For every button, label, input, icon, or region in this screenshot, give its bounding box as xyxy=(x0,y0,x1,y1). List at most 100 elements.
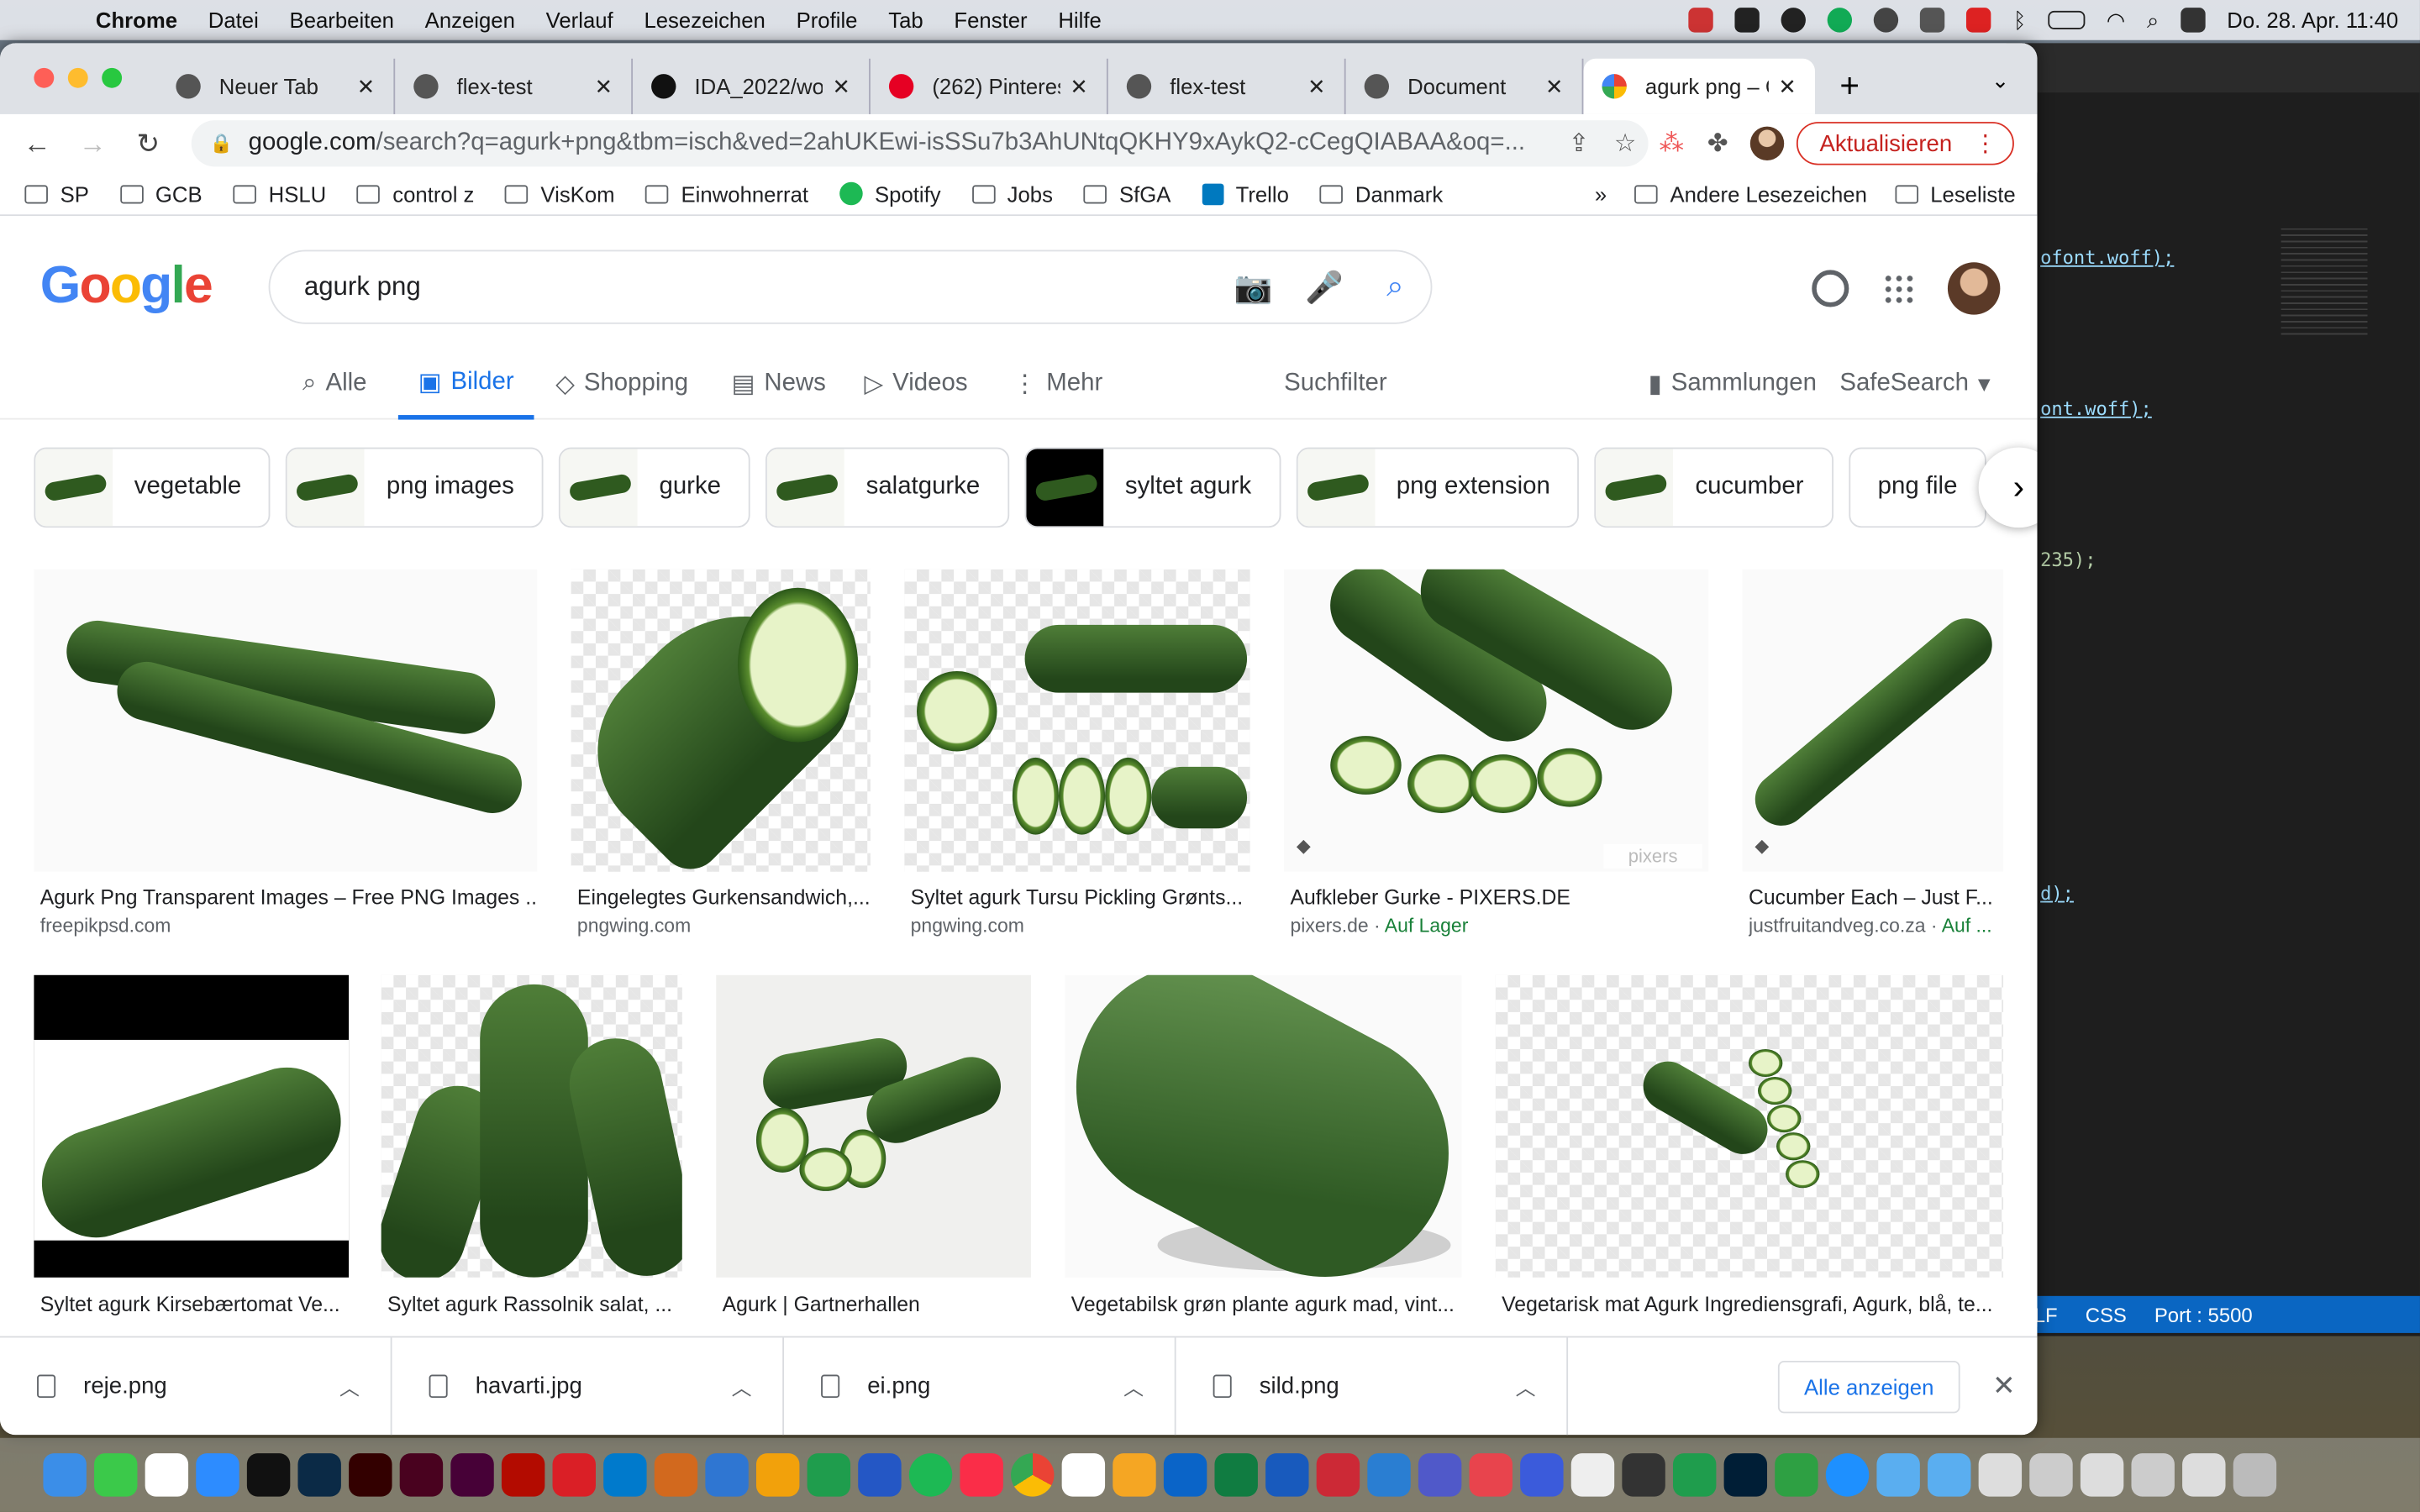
chip-salatgurke[interactable]: salatgurke xyxy=(765,447,1010,528)
tab-agurk-png[interactable]: agurk png – G ✕ xyxy=(1583,58,1815,114)
tab-github[interactable]: IDA_2022/wo ✕ xyxy=(633,58,871,114)
tool-icon[interactable] xyxy=(1920,8,1946,33)
result-caption[interactable]: Syltet agurk Rassolnik salat, ... xyxy=(387,1293,682,1316)
app-icon[interactable] xyxy=(705,1453,749,1497)
wifi-icon[interactable]: ◠ xyxy=(2107,7,2125,33)
bookmarks-overflow-chevron[interactable]: » xyxy=(1595,181,1607,206)
app-icon[interactable] xyxy=(858,1453,902,1497)
forward-button[interactable]: → xyxy=(65,128,120,160)
menu-verlauf[interactable]: Verlauf xyxy=(546,8,613,32)
folder-dock-icon[interactable] xyxy=(1876,1453,1920,1497)
finder-icon[interactable] xyxy=(43,1453,87,1497)
menubar-clock[interactable]: Do. 28. Apr. 11:40 xyxy=(2227,8,2398,32)
tab-mehr[interactable]: ⋮ Mehr xyxy=(1013,349,1102,419)
textedit-icon[interactable] xyxy=(1570,1453,1615,1497)
safesearch-dropdown[interactable]: SafeSearch ▾ xyxy=(1839,349,1990,419)
extensions-puzzle-icon[interactable]: ✤ xyxy=(1695,128,1741,159)
photoshop-icon[interactable] xyxy=(1723,1453,1768,1497)
result-image[interactable] xyxy=(716,974,1031,1278)
result-image[interactable] xyxy=(1065,974,1462,1278)
document-thumbnail[interactable] xyxy=(2029,1453,2073,1497)
tab-search-chevron-icon[interactable]: ⌄ xyxy=(1991,68,2010,94)
chevron-up-icon[interactable]: ︿ xyxy=(339,1372,360,1401)
app-icon[interactable] xyxy=(755,1453,800,1497)
result-image[interactable]: ◆ pixers xyxy=(1284,569,1709,872)
lock-icon[interactable]: 🔒 xyxy=(210,133,233,155)
bookmark-gcb[interactable]: GCB xyxy=(119,181,203,206)
profile-avatar[interactable] xyxy=(1749,126,1785,161)
new-tab-button[interactable]: + xyxy=(1839,59,1860,114)
status-eol[interactable]: LF xyxy=(2034,1303,2058,1326)
result-source[interactable]: justfruitandveg.co.za · Auf ... xyxy=(1749,915,2003,937)
calendar-icon[interactable] xyxy=(145,1453,189,1497)
chip-png-extension[interactable]: png extension xyxy=(1296,447,1580,528)
close-tab-icon[interactable]: ✕ xyxy=(1070,73,1088,99)
download-item[interactable]: havarti.jpg ︿ xyxy=(392,1336,785,1436)
result-caption[interactable]: Eingelegtes Gurkensandwich,... xyxy=(577,885,871,909)
chrome-dock-icon[interactable] xyxy=(1011,1453,1055,1497)
cinema4d-icon[interactable] xyxy=(246,1453,291,1497)
result-source[interactable]: pixers.de · Auf Lager xyxy=(1290,915,1468,937)
folder-dock-icon[interactable] xyxy=(1928,1453,1971,1497)
tab-flex-test[interactable]: flex-test ✕ xyxy=(395,58,634,114)
result-caption[interactable]: Syltet agurk Kirsebærtomat Ve... xyxy=(40,1293,349,1316)
download-item[interactable]: reje.png ︿ xyxy=(0,1336,392,1436)
photos-icon[interactable] xyxy=(1113,1453,1156,1497)
result-image[interactable] xyxy=(34,974,350,1278)
result-image[interactable]: ◆ xyxy=(1742,569,2004,872)
bookmark-sfga[interactable]: SfGA xyxy=(1083,181,1171,206)
app-icon[interactable] xyxy=(1520,1453,1564,1497)
reload-button[interactable]: ↻ xyxy=(120,128,176,160)
result-caption[interactable]: Syltet agurk Tursu Pickling Grønts... xyxy=(911,885,1250,909)
tab-videos[interactable]: ▷ Videos xyxy=(865,349,968,419)
vscode-icon[interactable] xyxy=(603,1453,647,1497)
document-thumbnail[interactable] xyxy=(2131,1453,2175,1497)
camera-search-icon[interactable]: 📷 xyxy=(1218,268,1288,307)
swiss-flag-icon[interactable] xyxy=(1966,8,1992,33)
search-filter-button[interactable]: Suchfilter xyxy=(1284,349,1387,419)
download-item[interactable]: ei.png ︿ xyxy=(784,1336,1176,1436)
control-center-icon[interactable] xyxy=(2181,8,2206,33)
update-button[interactable]: Aktualisieren ⋮ xyxy=(1796,122,2014,165)
bookmark-jobs[interactable]: Jobs xyxy=(971,181,1053,206)
tab-news[interactable]: ▤ News xyxy=(732,349,826,419)
play-icon[interactable] xyxy=(1874,8,1900,33)
bluetooth-icon[interactable]: ᛒ xyxy=(2013,8,2026,32)
search-input[interactable]: agurk png xyxy=(304,271,1218,302)
result-caption[interactable]: Agurk | Gartnerhallen xyxy=(723,1293,1031,1316)
back-button[interactable]: ← xyxy=(9,128,65,160)
chip-png-file[interactable]: png file xyxy=(1848,447,1987,528)
tab-pinterest[interactable]: (262) Pinteres ✕ xyxy=(871,58,1108,114)
outlook-icon[interactable] xyxy=(1163,1453,1207,1497)
illustrator-icon[interactable] xyxy=(349,1453,392,1497)
bookmark-danmark[interactable]: Danmark xyxy=(1319,181,1443,206)
download-item[interactable]: sild.png ︿ xyxy=(1176,1336,1569,1436)
result-source[interactable]: pngwing.com xyxy=(577,915,691,937)
share-icon[interactable]: ⇪ xyxy=(1555,128,1602,159)
result-caption[interactable]: Agurk Png Transparent Images – Free PNG … xyxy=(40,885,537,909)
close-tab-icon[interactable]: ✕ xyxy=(832,73,850,99)
google-apps-icon[interactable] xyxy=(1882,273,1914,304)
tab-shopping[interactable]: ◇ Shopping xyxy=(555,349,688,419)
result-image[interactable] xyxy=(34,569,538,872)
safari-icon[interactable] xyxy=(1825,1453,1870,1497)
zoom-icon[interactable] xyxy=(196,1453,239,1497)
chip-gurke[interactable]: gurke xyxy=(559,447,750,528)
menu-lesezeichen[interactable]: Lesezeichen xyxy=(644,8,765,32)
show-all-downloads-button[interactable]: Alle anzeigen xyxy=(1777,1360,1960,1413)
close-window-button[interactable] xyxy=(34,67,55,88)
tab-document[interactable]: Document ✕ xyxy=(1346,58,1584,114)
search-box[interactable]: agurk png 📷 🎤 ⌕ xyxy=(268,249,1433,324)
chip-png-images[interactable]: png images xyxy=(286,447,544,528)
fontgoggles-icon[interactable] xyxy=(654,1453,698,1497)
minimize-window-button[interactable] xyxy=(67,67,88,88)
reading-list[interactable]: Leseliste xyxy=(1894,181,2016,206)
chip-syltet-agurk[interactable]: syltet agurk xyxy=(1024,447,1281,528)
close-downloads-icon[interactable]: ✕ xyxy=(1992,1370,2016,1403)
result-image[interactable] xyxy=(571,569,871,872)
app-icon[interactable] xyxy=(1775,1453,1818,1497)
document-thumbnail[interactable] xyxy=(2182,1453,2226,1497)
editor-minimap[interactable] xyxy=(2281,228,2368,337)
app-icon[interactable] xyxy=(1622,1453,1665,1497)
bookmark-control-z[interactable]: control z xyxy=(356,181,474,206)
